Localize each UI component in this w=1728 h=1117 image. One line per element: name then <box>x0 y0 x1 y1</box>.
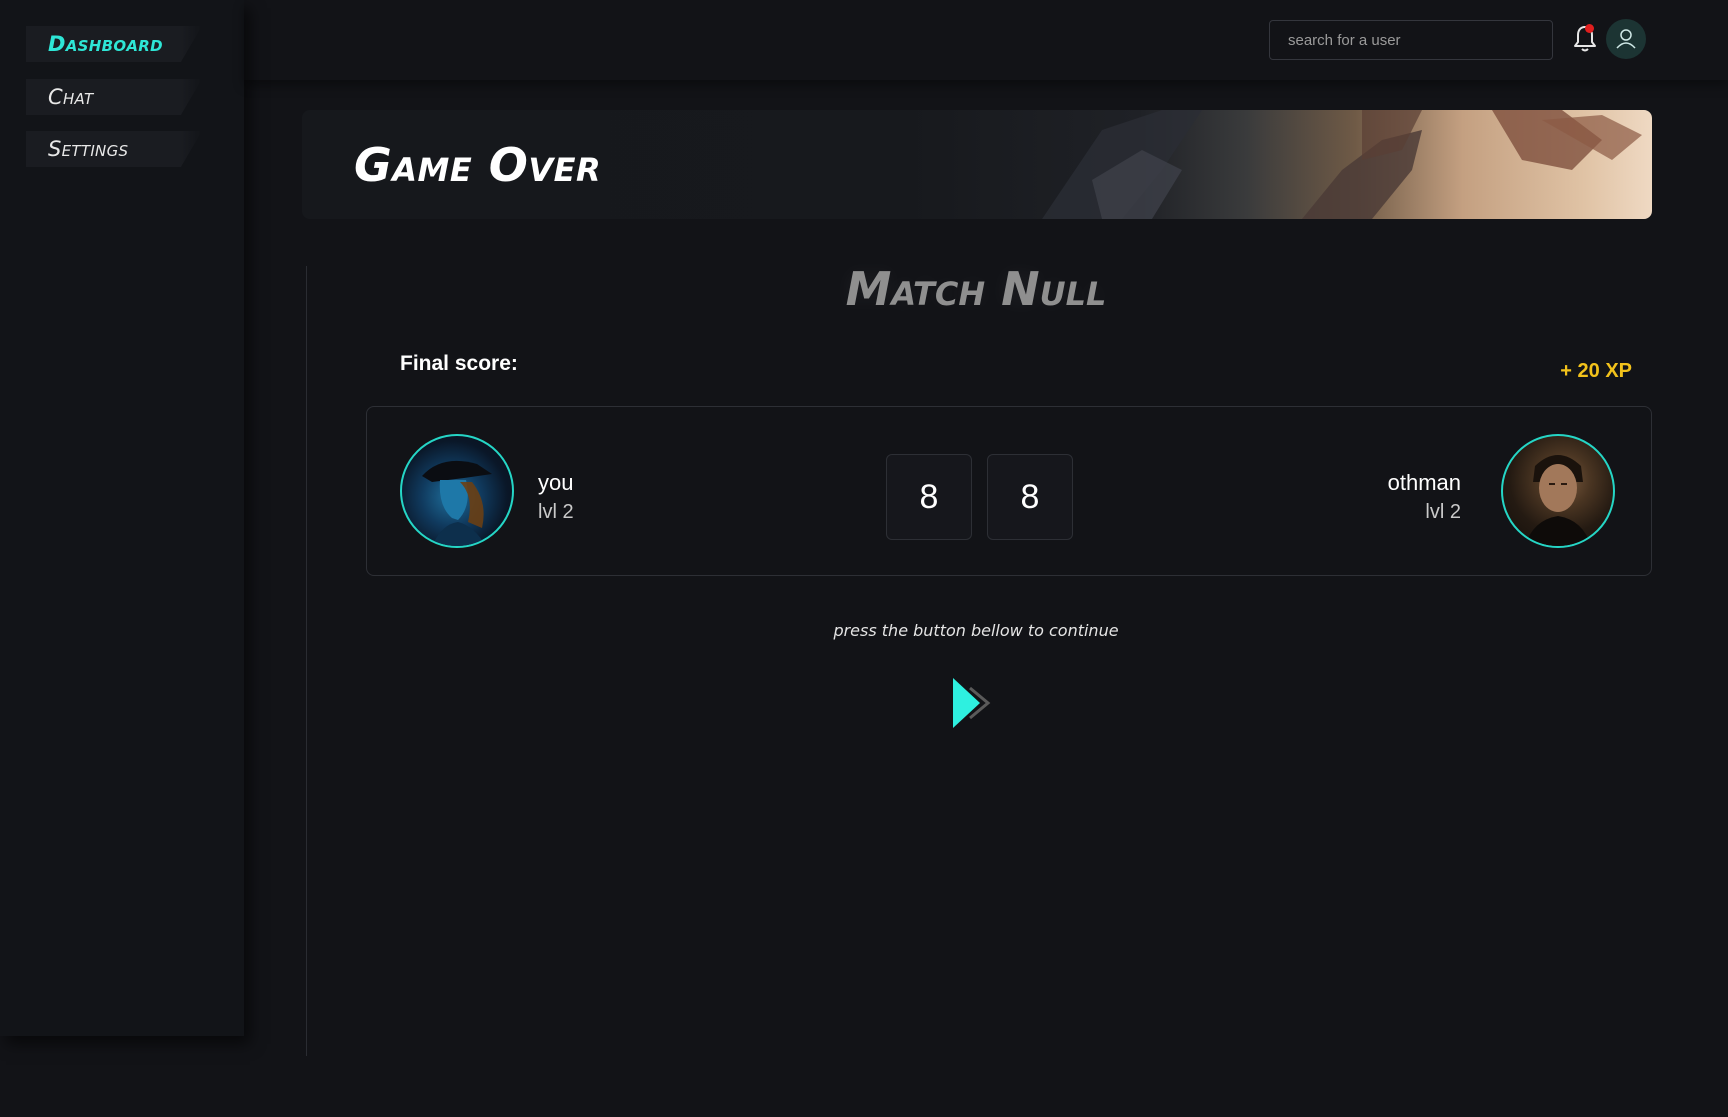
sidebar: Dashboard Chat Settings <box>0 0 244 1036</box>
score-opponent: 8 <box>987 454 1073 540</box>
player-level-you: lvl 2 <box>538 501 574 523</box>
continue-arrow-icon[interactable] <box>950 676 998 730</box>
search-input[interactable] <box>1269 20 1553 60</box>
player-avatar-opponent <box>1501 434 1615 548</box>
player-avatar-you <box>400 434 514 548</box>
profile-button[interactable] <box>1606 19 1646 59</box>
score-you: 8 <box>886 454 972 540</box>
sidebar-item-chat[interactable]: Chat <box>26 79 202 115</box>
player-avatar-you-image <box>422 460 492 546</box>
match-result-title: Match Null <box>845 262 1107 316</box>
final-score-label: Final score: <box>400 352 518 375</box>
player-name-opponent: othman <box>1387 470 1461 495</box>
game-over-title: Game Over <box>354 138 602 192</box>
divider <box>306 266 307 1056</box>
continue-instruction: press the button bellow to continue <box>833 621 1119 640</box>
player-name-you: you <box>538 470 574 495</box>
sidebar-item-dashboard[interactable]: Dashboard <box>26 26 202 62</box>
player-level-opponent: lvl 2 <box>1425 501 1461 523</box>
game-over-banner: Game Over <box>302 110 1652 219</box>
player-avatar-opponent-image <box>1525 455 1591 546</box>
notification-badge <box>1585 24 1594 33</box>
sidebar-item-settings[interactable]: Settings <box>26 131 202 167</box>
user-icon <box>1616 29 1636 49</box>
xp-reward: + 20 XP <box>1560 360 1632 382</box>
